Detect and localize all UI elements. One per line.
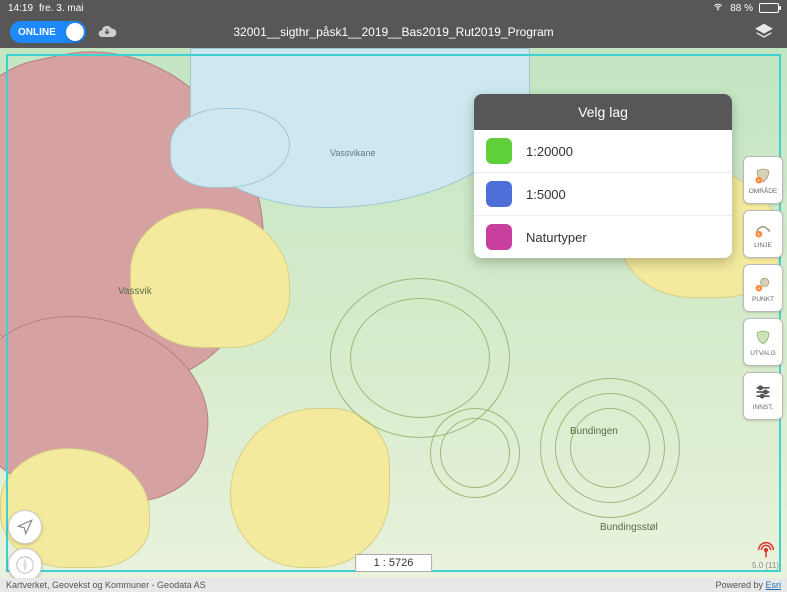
toggle-knob xyxy=(66,23,84,41)
contour-line xyxy=(350,298,490,418)
tool-label: UTVALG xyxy=(750,350,776,357)
attribution-bar: Kartverket, Geovekst og Kommuner - Geoda… xyxy=(0,578,787,592)
svg-text:+: + xyxy=(757,231,760,237)
layer-item-label: Naturtyper xyxy=(526,230,587,245)
gps-precision[interactable]: 5.0 (11) xyxy=(752,539,779,570)
tool-linje[interactable]: + LINJE xyxy=(743,210,783,258)
project-title: 32001__sigthr_påsk1__2019__Bas2019_Rut20… xyxy=(233,25,553,39)
layers-button[interactable] xyxy=(751,21,777,43)
layer-item-label: 1:20000 xyxy=(526,144,573,159)
tool-label: LINJE xyxy=(754,242,772,249)
precision-value: 5.0 (11) xyxy=(752,561,779,570)
svg-text:+: + xyxy=(757,285,760,291)
online-toggle-label: ONLINE xyxy=(18,27,56,38)
device-status-bar: 14:19 fre. 3. mai 88 % xyxy=(0,0,787,16)
layer-swatch xyxy=(486,224,512,250)
attribution-right: Powered by Esri xyxy=(715,580,781,590)
tool-innst[interactable]: INNST. xyxy=(743,372,783,420)
tool-omrade[interactable]: + OMRÅDE xyxy=(743,156,783,204)
tool-label: PUNKT xyxy=(752,296,774,303)
tool-label: INNST. xyxy=(753,404,774,411)
battery-percent: 88 % xyxy=(730,3,753,14)
map-region xyxy=(130,208,290,348)
wifi-icon xyxy=(712,2,724,15)
place-label-bundingsstol: Bundingsstøl xyxy=(600,522,658,533)
cloud-download-button[interactable] xyxy=(94,21,120,43)
app-header: ONLINE 32001__sigthr_påsk1__2019__Bas201… xyxy=(0,16,787,48)
side-toolbar: + OMRÅDE + LINJE + PUNKT UTVALG INNST. xyxy=(743,156,783,420)
layer-selector-panel: Velg lag 1:20000 1:5000 Naturtyper xyxy=(474,94,732,258)
map-region xyxy=(230,408,390,568)
layer-panel-title: Velg lag xyxy=(474,94,732,130)
esri-link[interactable]: Esri xyxy=(766,580,782,590)
lake-label: Vassvikane xyxy=(330,148,375,158)
tool-utvalg[interactable]: UTVALG xyxy=(743,318,783,366)
map-canvas[interactable]: Vassvikane Vassvik Bundingen Bundingsstø… xyxy=(0,48,787,578)
svg-text:+: + xyxy=(757,177,760,183)
status-time: 14:19 xyxy=(8,3,33,14)
map-scale: 1 : 5726 xyxy=(355,554,433,572)
battery-icon xyxy=(759,3,779,13)
online-toggle[interactable]: ONLINE xyxy=(10,21,86,43)
status-date: fre. 3. mai xyxy=(39,3,83,14)
contour-line xyxy=(570,408,650,488)
attribution-left: Kartverket, Geovekst og Kommuner - Geoda… xyxy=(6,580,206,590)
locate-button[interactable] xyxy=(8,510,42,544)
layer-swatch xyxy=(486,138,512,164)
layer-item-5000[interactable]: 1:5000 xyxy=(474,173,732,216)
compass-dial[interactable] xyxy=(8,548,42,578)
tool-label: OMRÅDE xyxy=(749,188,778,195)
layer-item-naturtyper[interactable]: Naturtyper xyxy=(474,216,732,258)
place-label-vassvik: Vassvik xyxy=(118,286,152,297)
tool-punkt[interactable]: + PUNKT xyxy=(743,264,783,312)
layer-swatch xyxy=(486,181,512,207)
layer-item-label: 1:5000 xyxy=(526,187,566,202)
layer-item-20000[interactable]: 1:20000 xyxy=(474,130,732,173)
place-label-bundingen: Bundingen xyxy=(570,426,618,437)
